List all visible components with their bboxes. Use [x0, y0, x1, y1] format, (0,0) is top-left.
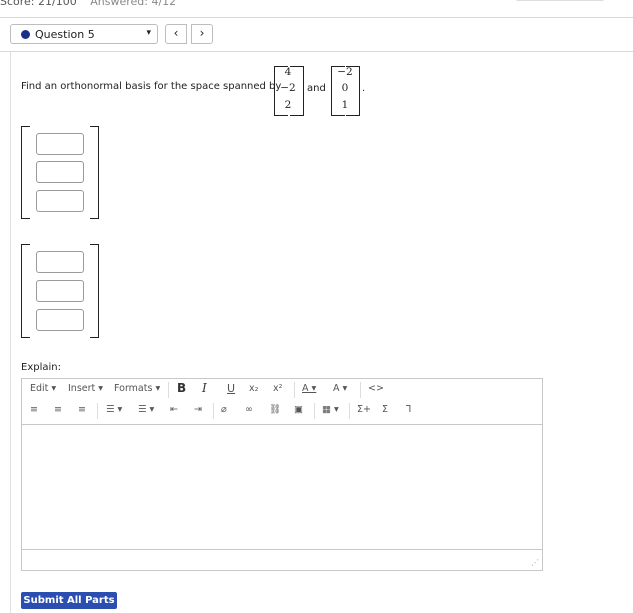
toolbar-separator [213, 403, 214, 419]
answer2-entry-3-input[interactable] [36, 309, 84, 331]
handwriting-icon[interactable]: Ꞁ [406, 404, 411, 415]
toolbar-separator [294, 382, 295, 398]
and-text: and [307, 83, 326, 94]
answer1-left-bracket [21, 126, 30, 219]
image-icon[interactable]: ▣ [294, 404, 303, 415]
subscript-button[interactable]: x₂ [249, 383, 258, 394]
score-info: Score: 21/100 Answered: 4/12 [0, 0, 176, 8]
next-question-button[interactable]: › [191, 24, 213, 44]
editor-toolbar-row-1: Edit ▾ Insert ▾ Formats ▾ B I U x₂ x² A … [22, 379, 542, 400]
align-center-icon[interactable]: ≡ [54, 404, 62, 415]
previous-question-button[interactable]: ‹ [165, 24, 187, 44]
align-right-icon[interactable]: ≡ [78, 404, 86, 415]
vector1-entry-3: 2 [284, 99, 292, 111]
insert-menu[interactable]: Insert ▾ [68, 383, 103, 394]
question-text: Find an orthonormal basis for the space … [21, 81, 282, 92]
equation-editor-icon[interactable]: Σ+ [357, 404, 371, 415]
top-bar: Score: 21/100 Answered: 4/12 [0, 0, 633, 18]
submit-all-parts-button[interactable]: Submit All Parts [21, 592, 117, 609]
toolbar-separator [314, 403, 315, 419]
bullet-list-icon[interactable]: ☰ ▾ [106, 404, 122, 415]
vector2-entry-2: 0 [341, 82, 349, 94]
sigma-icon[interactable]: Σ [382, 404, 388, 415]
formats-menu[interactable]: Formats ▾ [114, 383, 160, 394]
question-select-label: Question 5 [35, 28, 95, 41]
answered-text: Answered: 4/12 [90, 0, 177, 8]
editor-toolbar-row-2: ≡ ≡ ≡ ☰ ▾ ☰ ▾ ⇤ ⇥ ⌀ ∞ ⛓ ▣ ▦ ▾ Σ+ Σ Ꞁ [22, 400, 542, 425]
editor-text-area[interactable] [22, 425, 542, 549]
header-divider [0, 51, 633, 52]
question-period: . [362, 83, 366, 94]
toolbar-separator [349, 403, 350, 419]
answer2-entry-2-input[interactable] [36, 280, 84, 302]
background-color-button[interactable]: A ▾ [333, 383, 347, 394]
answer1-entry-3-input[interactable] [36, 190, 84, 212]
source-code-button[interactable]: <> [368, 383, 384, 394]
vector2-entry-3: 1 [341, 99, 349, 111]
answer1-right-bracket [90, 126, 99, 219]
bold-button[interactable]: B [177, 381, 186, 395]
toolbar-separator [168, 382, 169, 398]
edit-menu[interactable]: Edit ▾ [30, 383, 56, 394]
attach-icon[interactable]: ⌀ [221, 404, 227, 415]
top-right-control[interactable] [515, 0, 605, 1]
link-icon[interactable]: ∞ [245, 404, 253, 415]
underline-button[interactable]: U [227, 382, 235, 395]
explain-label: Explain: [21, 362, 61, 373]
resize-grip-icon[interactable]: ⋰ [531, 558, 539, 567]
align-left-icon[interactable]: ≡ [30, 404, 38, 415]
answer2-entry-1-input[interactable] [36, 251, 84, 273]
toolbar-separator [360, 382, 361, 398]
vector1-entry-2: −2 [280, 82, 296, 94]
answer1-entry-1-input[interactable] [36, 133, 84, 155]
score-text: Score: 21/100 [0, 0, 77, 8]
caret-down-icon: ▾ [146, 28, 151, 38]
superscript-button[interactable]: x² [273, 383, 282, 394]
outdent-icon[interactable]: ⇤ [170, 404, 178, 415]
answer2-right-bracket [90, 244, 99, 338]
numbered-list-icon[interactable]: ☰ ▾ [138, 404, 154, 415]
indent-icon[interactable]: ⇥ [194, 404, 202, 415]
question-status-dot [21, 30, 30, 39]
editor-status-bar: ⋰ [22, 549, 542, 571]
answer1-entry-2-input[interactable] [36, 161, 84, 183]
content-left-border [10, 52, 11, 613]
toolbar-separator [97, 403, 98, 419]
table-icon[interactable]: ▦ ▾ [322, 404, 339, 415]
answer2-left-bracket [21, 244, 30, 338]
unlink-icon[interactable]: ⛓ [269, 404, 281, 415]
rich-text-editor: Edit ▾ Insert ▾ Formats ▾ B I U x₂ x² A … [21, 378, 543, 571]
font-color-button[interactable]: A ▾ [302, 383, 316, 394]
question-select[interactable]: Question 5 ▾ [10, 24, 158, 44]
italic-button[interactable]: I [202, 381, 207, 395]
vector2-entry-1: −2 [337, 66, 353, 78]
vector1-entry-1: 4 [284, 66, 292, 78]
